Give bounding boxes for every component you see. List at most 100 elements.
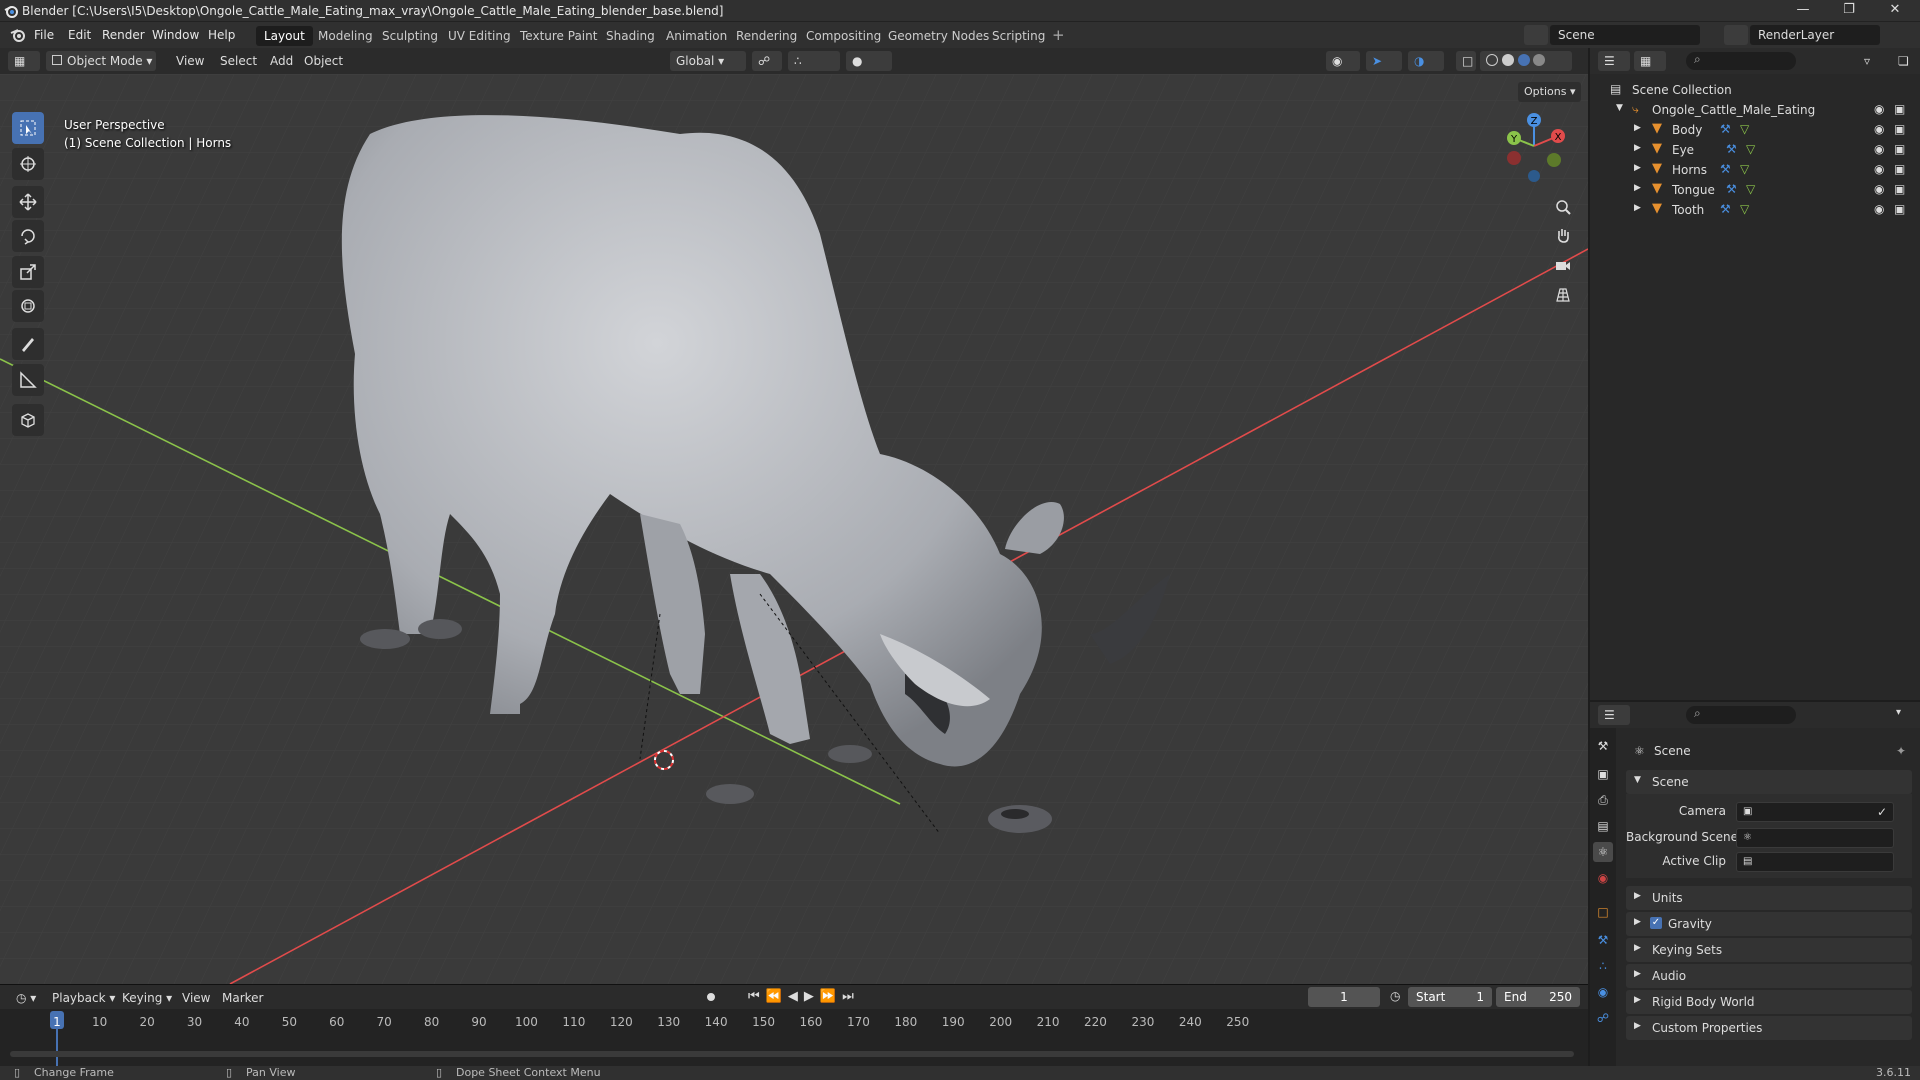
xray-icon[interactable]: □ (1456, 51, 1476, 71)
pin-icon[interactable]: ✦ (1896, 744, 1906, 758)
menu-window[interactable]: Window (152, 28, 199, 42)
menu-help[interactable]: Help (208, 28, 235, 42)
object-mode-dropdown[interactable]: Object Mode ▾ (46, 51, 156, 71)
expand-arrow-icon[interactable]: ▼ (1616, 103, 1623, 113)
visibility-eye-icon[interactable]: ◉ (1874, 162, 1884, 176)
mesh-data-icon[interactable]: ▽ (1746, 142, 1755, 156)
display-mode-icon[interactable]: ▦ (1634, 51, 1666, 71)
active-clip-field[interactable]: ▤ (1736, 852, 1894, 872)
minimize-button[interactable]: — (1780, 2, 1826, 20)
outliner-item-eye[interactable]: ▶ ▼ Eye ⚒ ▽ ◉ ▣ (1590, 140, 1920, 160)
render-camera-icon[interactable]: ▣ (1894, 162, 1905, 176)
pan-hand-icon[interactable] (1550, 222, 1576, 248)
outliner-item-tongue[interactable]: ▶ ▼ Tongue ⚒ ▽ ◉ ▣ (1590, 180, 1920, 200)
camera-field[interactable]: ▣ ✓ (1736, 802, 1894, 822)
navigation-gizmo[interactable]: Z X Y (1496, 110, 1568, 186)
outliner-item-tooth[interactable]: ▶ ▼ Tooth ⚒ ▽ ◉ ▣ (1590, 200, 1920, 220)
modifier-icon[interactable]: ⚒ (1720, 122, 1731, 136)
overlays-icon[interactable]: ◑ (1408, 51, 1444, 71)
modifier-icon[interactable]: ⚒ (1726, 142, 1737, 156)
modifier-icon[interactable]: ⚒ (1726, 182, 1737, 196)
menu-render[interactable]: Render (102, 28, 145, 42)
transform-tool-icon[interactable] (12, 290, 44, 322)
pivot-icon[interactable]: ☍ (752, 51, 782, 71)
tab-modeling[interactable]: Modeling (310, 26, 381, 46)
expand-arrow-icon[interactable]: ▶ (1634, 143, 1641, 153)
expand-arrow-icon[interactable]: ▶ (1634, 163, 1641, 173)
world-tab-icon[interactable]: ◉ (1593, 868, 1613, 888)
render-camera-icon[interactable]: ▣ (1894, 102, 1905, 116)
tab-texture-paint[interactable]: Texture Paint (512, 26, 605, 46)
maximize-button[interactable]: ❐ (1826, 2, 1872, 20)
menu-file[interactable]: File (34, 28, 54, 42)
outliner-item-horns[interactable]: ▶ ▼ Horns ⚒ ▽ ◉ ▣ (1590, 160, 1920, 180)
tab-scripting[interactable]: Scripting (984, 26, 1053, 46)
mesh-data-icon[interactable]: ▽ (1746, 182, 1755, 196)
object-tab-icon[interactable]: □ (1593, 902, 1613, 922)
outliner-collection-row[interactable]: ▼ ⤷ Ongole_Cattle_Male_Eating ◉ ▣ (1590, 100, 1920, 120)
zoom-icon[interactable] (1550, 194, 1576, 220)
tab-animation[interactable]: Animation (658, 26, 735, 46)
menu-view[interactable]: View (170, 51, 210, 71)
annotate-tool-icon[interactable] (12, 328, 44, 360)
blender-menu-icon[interactable] (10, 28, 26, 42)
mesh-data-icon[interactable]: ▽ (1740, 122, 1749, 136)
output-tab-icon[interactable]: ⎙ (1593, 790, 1613, 810)
timeline-editor[interactable]: ◷ ▾ Playback ▾ Keying ▾ View Marker ⏮⏪◀▶… (0, 984, 1588, 1067)
menu-edit[interactable]: Edit (68, 28, 91, 42)
properties-editor-type-icon[interactable]: ☰ (1598, 705, 1630, 725)
tab-layout[interactable]: Layout (256, 26, 313, 46)
outliner-editor-type-icon[interactable]: ☰ (1598, 51, 1630, 71)
select-box-tool-icon[interactable] (12, 112, 44, 144)
scale-tool-icon[interactable] (12, 256, 44, 288)
close-button[interactable]: ✕ (1872, 2, 1918, 20)
render-camera-icon[interactable]: ▣ (1894, 142, 1905, 156)
panel-custom-properties[interactable]: ▶ Custom Properties (1626, 1016, 1912, 1040)
view-layer-tab-icon[interactable]: ▤ (1593, 816, 1613, 836)
cursor-tool-icon[interactable] (12, 148, 44, 180)
outliner-item-body[interactable]: ▶ ▼ Body ⚒ ▽ ◉ ▣ (1590, 120, 1920, 140)
expand-arrow-icon[interactable]: ▶ (1634, 123, 1641, 133)
constraints-tab-icon[interactable]: ☍ (1593, 1008, 1613, 1028)
expand-arrow-icon[interactable]: ▶ (1634, 203, 1641, 213)
perspective-toggle-icon[interactable] (1550, 282, 1576, 308)
camera-view-icon[interactable] (1550, 252, 1576, 278)
timeline-scrollbar[interactable] (10, 1051, 1574, 1057)
transform-orientation-dropdown[interactable]: Global ▾ (670, 51, 746, 71)
tab-geometry-nodes[interactable]: Geometry Nodes (880, 26, 997, 46)
render-tab-icon[interactable]: ▣ (1593, 764, 1613, 784)
eyedropper-icon[interactable]: ✓ (1877, 805, 1887, 819)
physics-tab-icon[interactable]: ◉ (1593, 982, 1613, 1002)
panel-rigid-body-world[interactable]: ▶ Rigid Body World (1626, 990, 1912, 1014)
panel-keying-sets[interactable]: ▶ Keying Sets (1626, 938, 1912, 962)
visibility-eye-icon[interactable]: ◉ (1874, 102, 1884, 116)
renderlayer-selector-icon[interactable] (1724, 25, 1748, 45)
visibility-eye-icon[interactable]: ◉ (1874, 142, 1884, 156)
mesh-data-icon[interactable]: ▽ (1740, 162, 1749, 176)
renderlayer-field[interactable]: RenderLayer (1750, 25, 1880, 45)
visibility-eye-icon[interactable]: ◉ (1874, 182, 1884, 196)
tab-shading[interactable]: Shading (598, 26, 663, 46)
visibility-icon[interactable]: ◉ (1326, 51, 1360, 71)
tab-sculpting[interactable]: Sculpting (374, 26, 446, 46)
shading-modes[interactable] (1480, 51, 1572, 71)
properties-editor[interactable]: ☰ ⌕ ▾ ⚒ ▣ ⎙ ▤ ⚛ ◉ □ ⚒ ∴ ◉ ☍ ⚛ Scene ✦ ▼ S… (1590, 702, 1920, 1066)
outliner-search-input[interactable]: ⌕ (1686, 52, 1796, 70)
rotate-tool-icon[interactable] (12, 220, 44, 252)
panel-units[interactable]: ▶ Units (1626, 886, 1912, 910)
modifier-icon[interactable]: ⚒ (1720, 162, 1731, 176)
menu-select[interactable]: Select (214, 51, 263, 71)
tab-compositing[interactable]: Compositing (798, 26, 889, 46)
visibility-eye-icon[interactable]: ◉ (1874, 202, 1884, 216)
proportional-edit-icon[interactable]: ● (846, 51, 892, 71)
move-tool-icon[interactable] (12, 186, 44, 218)
tab-rendering[interactable]: Rendering (728, 26, 805, 46)
scene-selector-icon[interactable] (1524, 25, 1548, 45)
panel-audio[interactable]: ▶ Audio (1626, 964, 1912, 988)
tab-uv-editing[interactable]: UV Editing (440, 26, 519, 46)
editor-type-icon[interactable]: ▦ (8, 51, 40, 71)
render-camera-icon[interactable]: ▣ (1894, 202, 1905, 216)
panel-gravity[interactable]: ▶ ✓ Gravity (1626, 912, 1912, 936)
expand-arrow-icon[interactable]: ▶ (1634, 183, 1641, 193)
menu-add[interactable]: Add (264, 51, 299, 71)
